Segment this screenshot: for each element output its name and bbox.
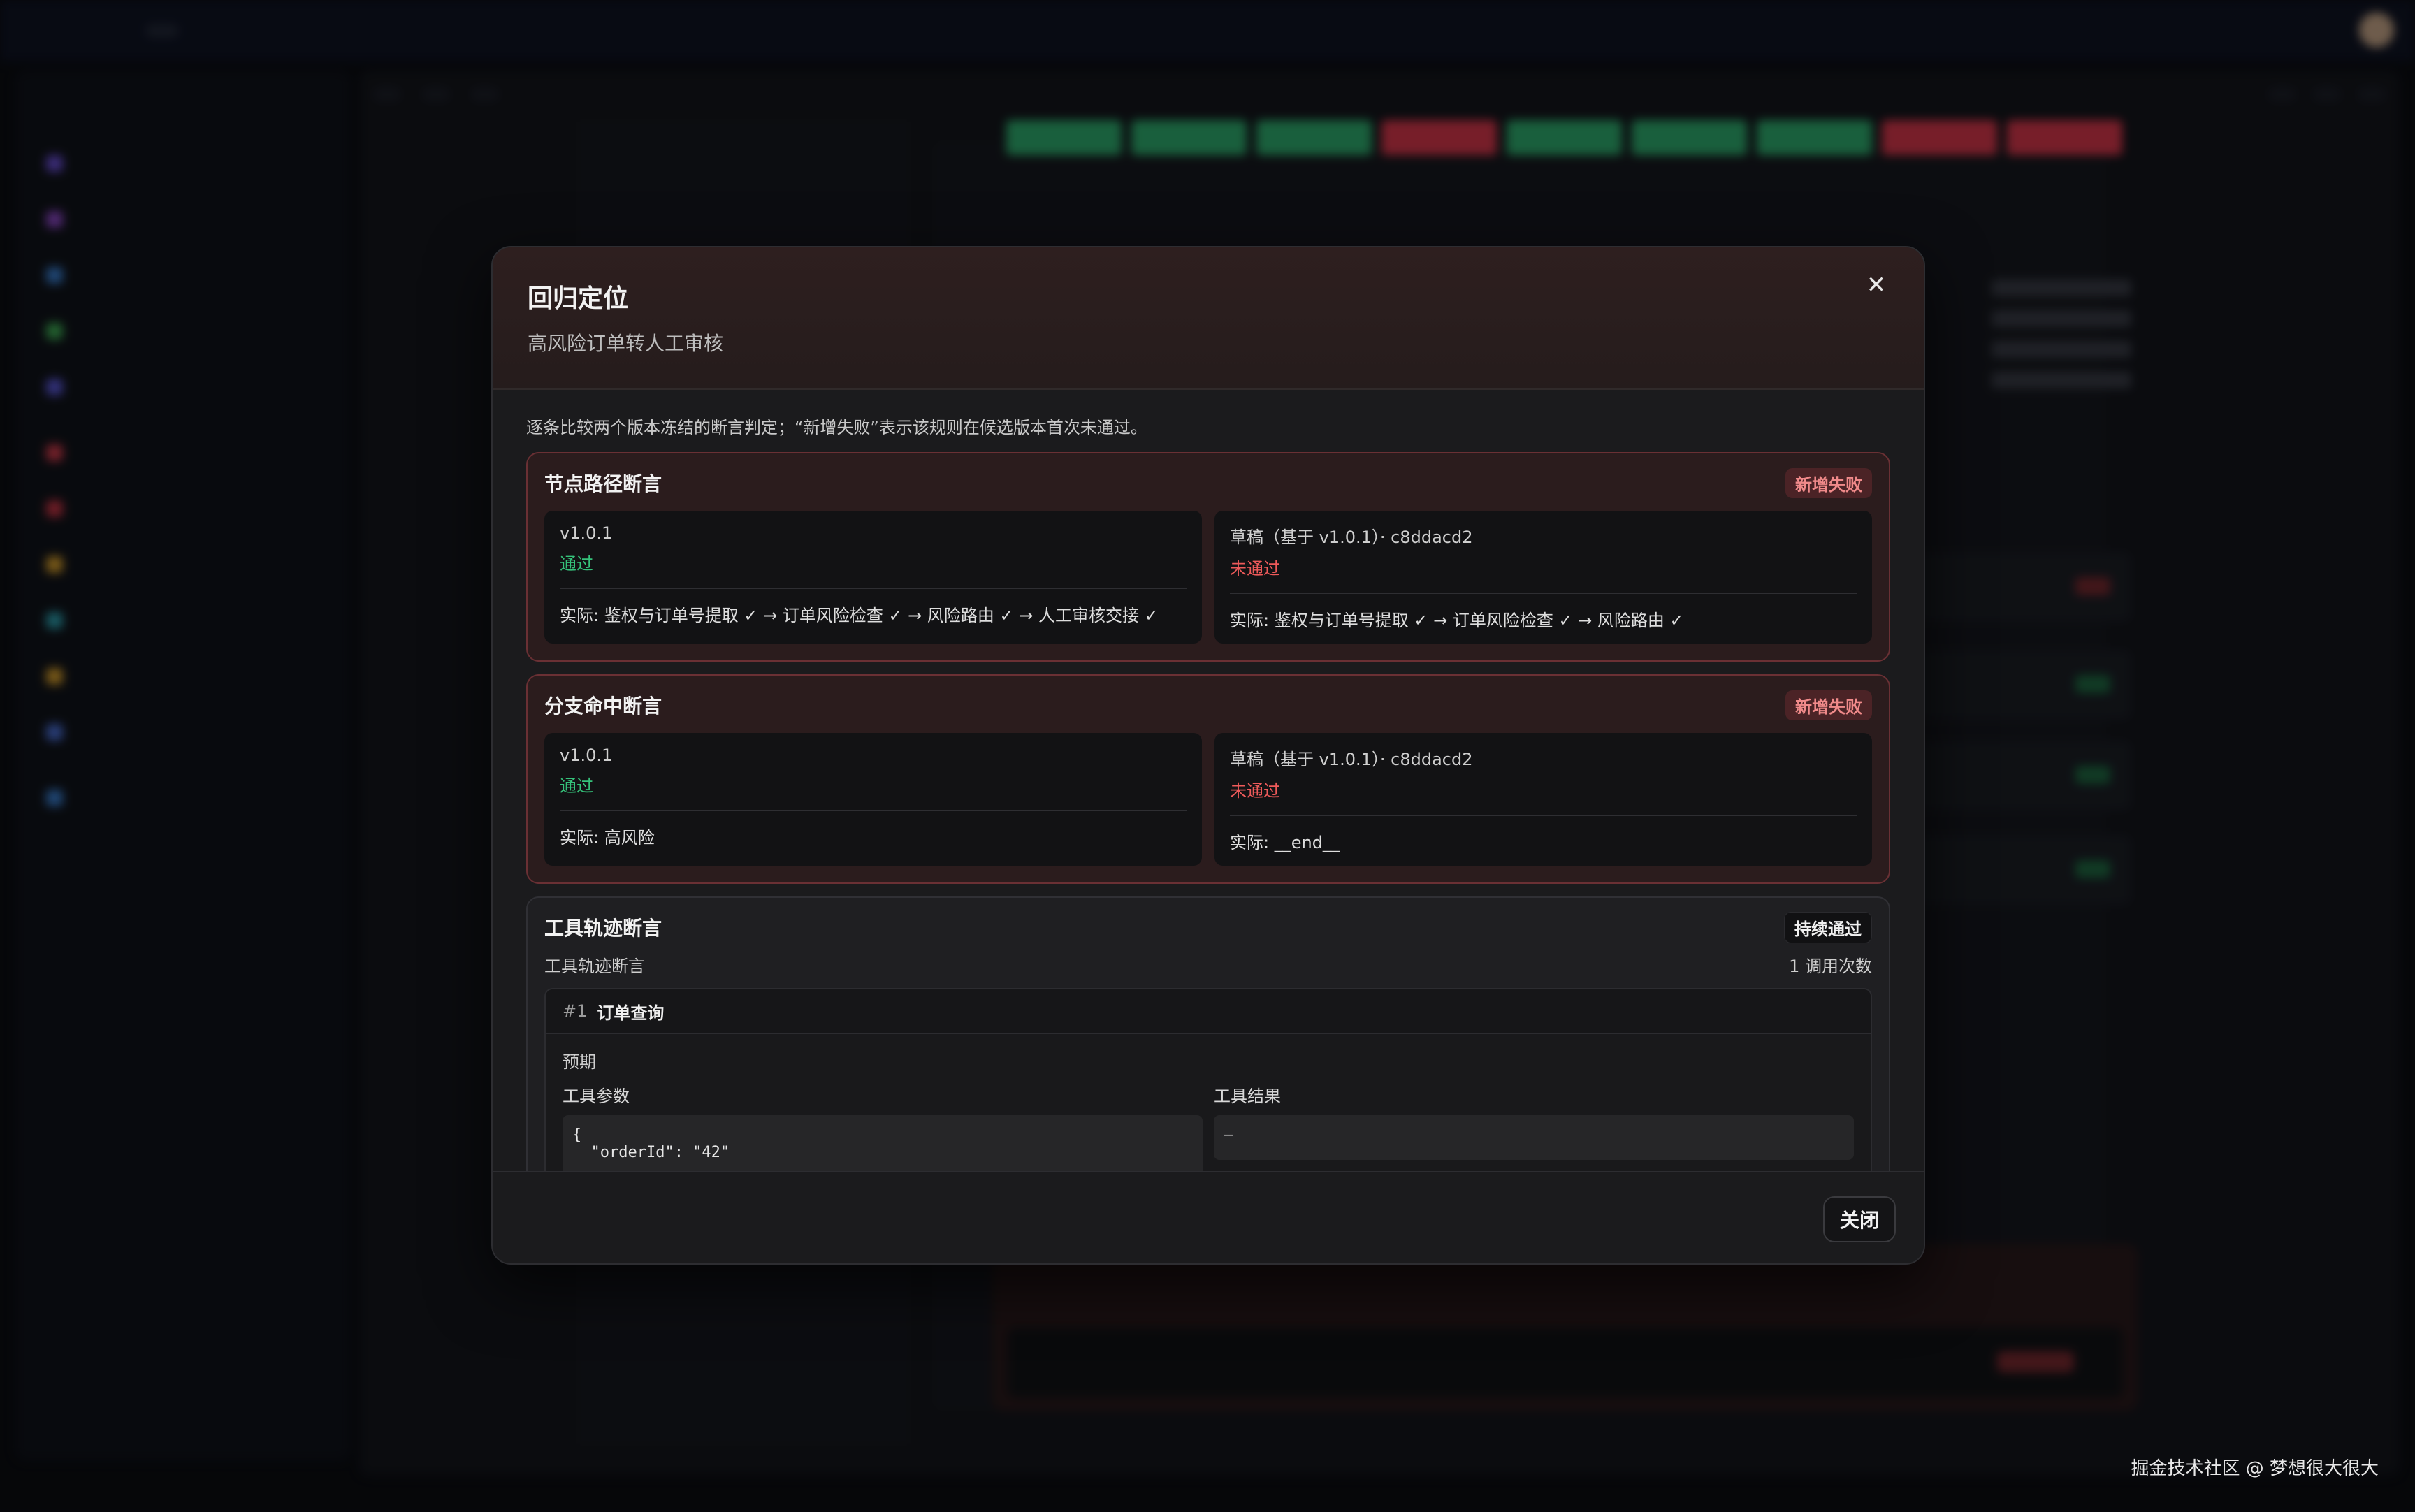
actual-text: 实际: __end__	[1230, 833, 1340, 852]
status-text: 通过	[560, 776, 593, 796]
assertion-section-tool-trace: 工具轨迹断言 持续通过 工具轨迹断言 1 调用次数 #1 订单查询 预期 工具参…	[526, 896, 1890, 1171]
status-text: 未通过	[1230, 559, 1280, 579]
watermark: 掘金技术社区 @ 梦想很大很大	[2131, 1458, 2379, 1479]
tool-call-card: #1 订单查询 预期 工具参数 { "orderId": "42" 工具结果 —	[544, 988, 1872, 1171]
result-label: 工具结果	[1214, 1086, 1281, 1106]
actual-text: 实际: 鉴权与订单号提取 ✓ → 订单风险检查 ✓ → 风险路由 ✓	[1230, 611, 1684, 630]
status-text: 通过	[560, 554, 593, 574]
section-title: 工具轨迹断言	[544, 917, 662, 940]
version-label: 草稿（基于 v1.0.1）· c8ddacd2	[1230, 750, 1473, 769]
version-label: v1.0.1	[560, 523, 613, 543]
baseline-column: v1.0.1 通过 实际: 高风险	[544, 733, 1202, 866]
baseline-column: v1.0.1 通过 实际: 鉴权与订单号提取 ✓ → 订单风险检查 ✓ → 风险…	[544, 511, 1202, 644]
actual-text: 实际: 鉴权与订单号提取 ✓ → 订单风险检查 ✓ → 风险路由 ✓ → 人工审…	[560, 606, 1159, 625]
tool-sub-label: 工具轨迹断言	[544, 957, 645, 976]
call-index: #1	[563, 1001, 588, 1021]
section-title: 节点路径断言	[544, 472, 662, 495]
tool-name: 订单查询	[597, 1003, 665, 1023]
params-label: 工具参数	[563, 1086, 630, 1106]
candidate-column: 草稿（基于 v1.0.1）· c8ddacd2 未通过 实际: 鉴权与订单号提取…	[1214, 511, 1872, 644]
divider	[560, 588, 1187, 589]
modal-subtitle: 高风险订单转人工审核	[528, 332, 724, 355]
modal-description: 逐条比较两个版本冻结的断言判定；“新增失败”表示该规则在候选版本首次未通过。	[526, 418, 1147, 437]
expected-label: 预期	[563, 1052, 596, 1072]
modal-footer: 关闭	[493, 1171, 1924, 1263]
modal-header: 回归定位 高风险订单转人工审核 ✕	[493, 247, 1924, 390]
status-badge: 新增失败	[1785, 467, 1872, 498]
assertion-section-node-path: 节点路径断言 新增失败 v1.0.1 通过 实际: 鉴权与订单号提取 ✓ → 订…	[526, 452, 1890, 662]
actual-text: 实际: 高风险	[560, 828, 655, 848]
status-badge: 新增失败	[1785, 690, 1872, 720]
status-text: 未通过	[1230, 781, 1280, 801]
version-label: v1.0.1	[560, 746, 613, 765]
result-code-block: —	[1214, 1115, 1854, 1160]
candidate-column: 草稿（基于 v1.0.1）· c8ddacd2 未通过 实际: __end__	[1214, 733, 1872, 866]
call-count: 1 调用次数	[1789, 957, 1872, 976]
divider	[560, 810, 1187, 811]
close-icon[interactable]: ✕	[1855, 264, 1897, 306]
divider	[1230, 593, 1857, 594]
status-badge: 持续通过	[1784, 911, 1872, 943]
assertion-section-branch-hit: 分支命中断言 新增失败 v1.0.1 通过 实际: 高风险 草稿（基于 v1.0…	[526, 674, 1890, 884]
modal-body[interactable]: 逐条比较两个版本冻结的断言判定；“新增失败”表示该规则在候选版本首次未通过。 节…	[493, 390, 1924, 1171]
modal-title: 回归定位	[528, 284, 629, 313]
regression-modal: 回归定位 高风险订单转人工审核 ✕ 逐条比较两个版本冻结的断言判定；“新增失败”…	[491, 246, 1925, 1265]
params-code-block: { "orderId": "42"	[563, 1115, 1203, 1171]
divider	[1230, 815, 1857, 816]
section-title: 分支命中断言	[544, 695, 662, 718]
close-button[interactable]: 关闭	[1822, 1196, 1896, 1242]
version-label: 草稿（基于 v1.0.1）· c8ddacd2	[1230, 528, 1473, 547]
